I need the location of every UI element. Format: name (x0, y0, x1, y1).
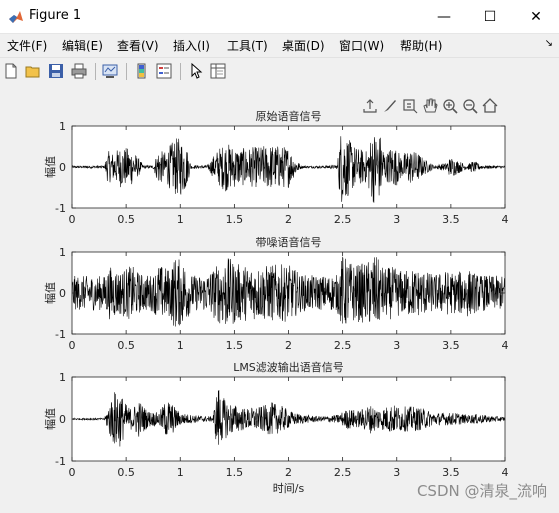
menu-help[interactable]: 帮助(H) (400, 37, 442, 54)
toolbar-separator (180, 63, 181, 80)
brush-icon[interactable] (384, 100, 396, 112)
close-button[interactable]: ✕ (513, 0, 559, 33)
minimize-button[interactable]: — (421, 0, 467, 33)
x-tick-label: 2 (285, 213, 292, 226)
x-tick-label: 4 (502, 466, 509, 479)
data-tip-glyph (407, 103, 418, 114)
minimize-icon: — (437, 8, 451, 25)
open-file-icon[interactable] (24, 62, 42, 80)
pointer-icon[interactable] (187, 62, 205, 80)
brush-glyph (384, 100, 396, 112)
y-axis-label: 幅值 (44, 156, 57, 178)
x-tick-label: 0.5 (117, 466, 135, 479)
menu-window[interactable]: 窗口(W) (339, 37, 384, 54)
axes-title: 带噪语音信号 (256, 235, 322, 249)
axes-title: LMS滤波输出语音信号 (233, 360, 344, 374)
y-tick-label: -1 (55, 328, 66, 341)
export-icon[interactable] (363, 99, 377, 113)
y-axis-label: 幅值 (44, 408, 57, 430)
home-icon[interactable] (482, 98, 498, 113)
close-icon: ✕ (530, 8, 542, 25)
toolbar-separator (126, 63, 127, 80)
new-figure-icon[interactable] (2, 62, 20, 80)
y-tick-label: 1 (59, 120, 66, 133)
x-tick-label: 3.5 (442, 466, 460, 479)
x-tick-label: 0 (69, 213, 76, 226)
pan-icon[interactable] (423, 98, 438, 113)
y-tick-label: 0 (59, 413, 66, 426)
x-axis-label: 时间/s (273, 482, 305, 495)
x-tick-label: 0 (69, 339, 76, 352)
x-tick-label: 0.5 (117, 339, 135, 352)
x-tick-label: 3 (393, 213, 400, 226)
axes-1[interactable]: 0 0.5 1 1.5 2 2.5 3 3.5 410-1原始语音信号幅值 (44, 109, 509, 226)
property-inspector-icon[interactable] (209, 62, 227, 80)
x-tick-label: 1 (177, 466, 184, 479)
data-tip-glyph (403, 99, 415, 111)
menu-view[interactable]: 查看(V) (117, 37, 159, 54)
x-tick-label: 3 (393, 466, 400, 479)
menu-edit[interactable]: 编辑(E) (62, 37, 103, 54)
y-tick-label: 0 (59, 287, 66, 300)
pan-glyph (423, 98, 438, 113)
export-glyph (363, 99, 377, 113)
x-tick-label: 1 (177, 213, 184, 226)
y-tick-label: -1 (55, 455, 66, 468)
menu-tools[interactable]: 工具(T) (227, 37, 268, 54)
link-plot-icon[interactable] (101, 62, 119, 80)
window-title: Figure 1 (29, 8, 82, 23)
axes-toolbar (363, 98, 498, 114)
maximize-button[interactable]: ☐ (467, 0, 513, 33)
x-tick-label: 1.5 (226, 339, 244, 352)
zoom-out-icon[interactable] (463, 99, 478, 114)
y-tick-label: 0 (59, 161, 66, 174)
menu-desktop[interactable]: 桌面(D) (282, 37, 325, 54)
menu-file[interactable]: 文件(F) (7, 37, 47, 54)
x-tick-label: 0.5 (117, 213, 135, 226)
home-glyph (482, 98, 498, 113)
x-tick-label: 1.5 (226, 213, 244, 226)
toolbar-separator (95, 63, 96, 80)
title-bar: Figure 1 — ☐ ✕ (0, 0, 559, 34)
x-tick-label: 2.5 (334, 339, 352, 352)
y-tick-label: 1 (59, 246, 66, 259)
axes-title: 原始语音信号 (256, 109, 322, 123)
print-icon[interactable] (70, 62, 88, 80)
legend-icon[interactable] (155, 62, 173, 80)
x-tick-label: 2 (285, 466, 292, 479)
x-tick-label: 4 (502, 213, 509, 226)
x-tick-label: 1 (177, 339, 184, 352)
menu-overflow-icon[interactable]: ↘ (545, 38, 553, 49)
x-tick-label: 1.5 (226, 466, 244, 479)
x-tick-label: 3.5 (442, 339, 460, 352)
matlab-logo-icon (9, 11, 23, 23)
y-tick-label: -1 (55, 202, 66, 215)
x-tick-label: 3.5 (442, 213, 460, 226)
x-tick-label: 2.5 (334, 466, 352, 479)
x-tick-label: 3 (393, 339, 400, 352)
x-tick-label: 0 (69, 466, 76, 479)
y-axis-label: 幅值 (44, 282, 57, 304)
plots-svg: 0 0.5 1 1.5 2 2.5 3 3.5 410-1原始语音信号幅值0 0.5 1 1.5 2 2.… (44, 98, 509, 495)
figure-toolbar (0, 57, 559, 87)
x-tick-label: 4 (502, 339, 509, 352)
menu-insert[interactable]: 插入(I) (173, 37, 210, 54)
axes-2[interactable]: 0 0.5 1 1.5 2 2.5 3 3.5 410-1带噪语音信号幅值 (44, 235, 509, 352)
colorbar-icon[interactable] (133, 62, 151, 80)
x-tick-label: 2 (285, 339, 292, 352)
save-icon[interactable] (47, 62, 65, 80)
y-tick-label: 1 (59, 371, 66, 384)
axes-3[interactable]: 0 0.5 1 1.5 2 2.5 3 3.5 410-1LMS滤波输出语音信号幅值时间/s (44, 360, 509, 495)
zoom-glyph (472, 108, 478, 114)
zoom-glyph (452, 108, 458, 114)
figure-canvas: 0 0.5 1 1.5 2 2.5 3 3.5 4 1 0 -1 原始语音信号 幅值 0 0.5 1 1.5 2 2.… (0, 86, 559, 509)
data-tip-icon[interactable] (403, 99, 418, 114)
menu-bar: 文件(F) 编辑(E) 查看(V) 插入(I) 工具(T) 桌面(D) 窗口(W… (0, 34, 559, 56)
maximize-icon: ☐ (483, 8, 497, 25)
zoom-in-icon[interactable] (443, 99, 458, 114)
x-tick-label: 2.5 (334, 213, 352, 226)
watermark: CSDN @清泉_流响 (416, 482, 547, 500)
